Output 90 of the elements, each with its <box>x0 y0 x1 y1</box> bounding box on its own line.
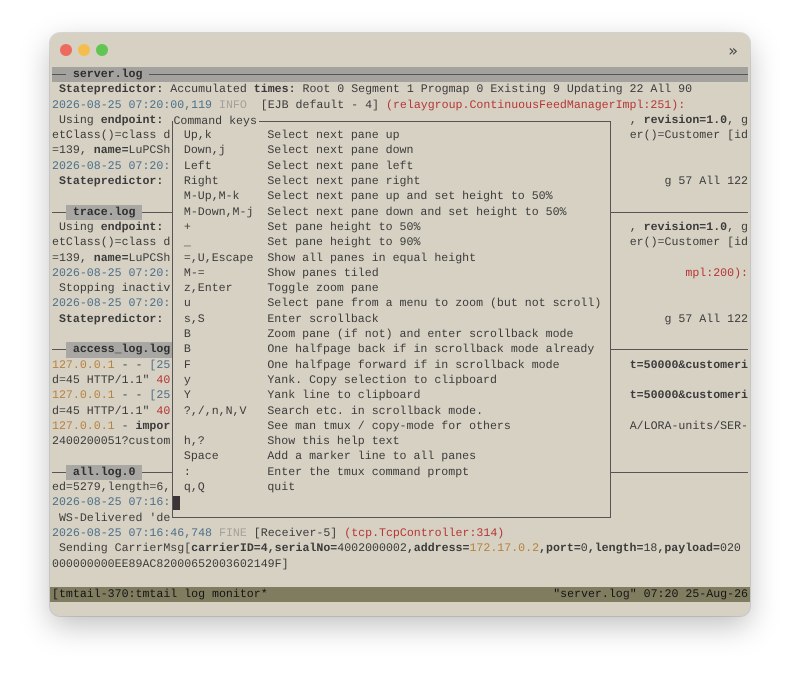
log-line: 2400200051?custom <box>52 434 170 450</box>
key-label: + <box>184 220 191 234</box>
status-info: "server.log" 07:20 25-Aug-26 <box>553 587 748 602</box>
log-line: =139, name=LuPCSh <box>52 143 170 159</box>
key-description: Select next pane right <box>267 174 420 190</box>
key-description: Select next pane down <box>267 143 414 159</box>
key-description: Select next pane up and set height to 50% <box>267 189 553 205</box>
log-line-fragment: mpl:200): <box>685 266 748 282</box>
log-line-fragment: A/LORA-units/SER- <box>630 418 748 434</box>
close-button[interactable] <box>60 44 72 56</box>
log-line: 2026-08-25 07:16: <box>52 495 170 511</box>
log-line: 127.0.0.1 - - [25 <box>52 358 170 373</box>
key-description: Zoom pane (if not) and enter scrollback mode <box>267 327 574 342</box>
key-description: One halfpage back if in scrollback mode already <box>267 342 594 358</box>
session-name: [tmtail-370:tmtail log monitor* <box>52 587 268 602</box>
log-line: ed=5279,length=6, <box>52 480 170 496</box>
key-label: M-= <box>184 266 205 280</box>
key-description: Set pane height to 50% <box>267 220 420 236</box>
minimize-button[interactable] <box>78 44 90 56</box>
log-line-fragment: , revision=1.0, g <box>630 220 748 236</box>
key-label: Space <box>184 450 219 464</box>
log-line: Statepredictor: <box>58 312 164 328</box>
key-label: Up,k <box>184 129 212 142</box>
log-line: Using endpoint: <box>58 112 164 128</box>
log-line: Stopping inactiv <box>58 281 170 296</box>
key-description: Show all panes in equal height <box>267 250 476 266</box>
key-label: : <box>184 466 191 479</box>
key-label: ?,/,n,N,V <box>184 404 246 418</box>
key-description: Yank line to clipboard <box>267 388 420 404</box>
key-label: Y <box>184 389 191 402</box>
toolbar-overflow-button[interactable]: » <box>728 40 738 60</box>
key-label: F <box>184 358 191 372</box>
key-description: quit <box>267 480 296 496</box>
key-label: h,? <box>184 435 205 448</box>
log-line: WS-Delivered 'de <box>58 510 170 526</box>
log-line: =139, name=LuPCSh <box>52 250 170 266</box>
key-description: Show panes tiled <box>267 266 379 282</box>
key-label: Down,j <box>184 144 226 158</box>
key-label: _ <box>184 236 191 250</box>
key-description: Set pane height to 90% <box>267 235 420 251</box>
key-label: s,S <box>184 312 205 326</box>
log-line-fragment: g 57 All 122 <box>664 312 748 328</box>
log-line-fragment: , revision=1.0, g <box>630 112 748 128</box>
key-description: Enter scrollback <box>267 312 379 328</box>
log-line-fragment: t=50000&customeri <box>630 358 748 373</box>
pane-title[interactable]: all.log.0 <box>66 464 142 480</box>
pane-title[interactable]: trace.log <box>66 204 142 220</box>
log-line: etClass()=class d <box>52 128 170 144</box>
key-label: u <box>184 297 191 310</box>
key-label: y <box>184 374 191 387</box>
log-line: Using endpoint: <box>58 220 164 236</box>
key-label: Left <box>184 160 212 173</box>
log-line: Sending CarrierMsg[carrierID=4,serialNo=4002000002,address=172.17.0.2,port=0,length=18,payload=020 <box>58 541 741 556</box>
key-description: Toggle zoom pane <box>267 281 379 296</box>
key-description: Select pane from a menu to zoom (but not scroll) <box>267 296 602 312</box>
key-label: q,Q <box>184 481 205 494</box>
log-line: 2026-08-25 07:20: <box>52 266 170 282</box>
key-description: Yank. Copy selection to clipboard <box>267 372 497 388</box>
key-label: B <box>184 328 191 342</box>
log-line: d=45 HTTP/1.1" 40 <box>52 404 170 419</box>
key-description: Select next pane down and set height to 50% <box>267 204 567 220</box>
log-line-fragment: t=50000&customeri <box>630 388 748 404</box>
log-line: 127.0.0.1 - - [25 <box>52 388 170 404</box>
key-description: Show this help text <box>267 434 400 450</box>
key-description: See man tmux / copy-mode for others <box>267 418 511 434</box>
log-line: 000000000EE89AC82000652003602149F] <box>52 556 289 572</box>
key-label: =,U,Escape <box>184 252 254 265</box>
log-line-fragment: er()=Customer [id <box>630 128 748 144</box>
log-line-fragment: er()=Customer [id <box>630 235 748 251</box>
log-line-fragment: g 57 All 122 <box>664 174 748 190</box>
log-line: 2026-08-25 07:20: <box>52 158 170 174</box>
key-label: Right <box>184 175 219 188</box>
key-description: Add a marker line to all panes <box>267 449 476 465</box>
key-label: z,Enter <box>184 282 233 296</box>
popup-title: Command keys <box>173 114 259 130</box>
key-description: One halfpage forward if in scrollback mode <box>267 358 560 373</box>
key-description: Enter the tmux command prompt <box>267 464 470 480</box>
key-description: Select next pane up <box>267 128 400 144</box>
log-line: etClass()=class d <box>52 235 170 251</box>
log-line: Statepredictor: <box>58 174 164 190</box>
zoom-button[interactable] <box>96 44 108 56</box>
key-description: Search etc. in scrollback mode. <box>267 404 484 419</box>
key-label: M-Up,M-k <box>184 190 240 204</box>
key-description: Select next pane left <box>267 158 414 174</box>
log-line: 2026-08-25 07:20: <box>52 296 170 312</box>
log-line: 127.0.0.1 - impor <box>52 418 170 434</box>
key-label: M-Down,M-j <box>184 206 254 219</box>
log-line: Statepredictor: Accumulated times: Root 0 Segment 1 Progmap 0 Existing 9 Updating 22 All 90 <box>58 82 692 98</box>
key-label: B <box>184 343 191 356</box>
log-line: d=45 HTTP/1.1" 40 <box>52 372 170 388</box>
